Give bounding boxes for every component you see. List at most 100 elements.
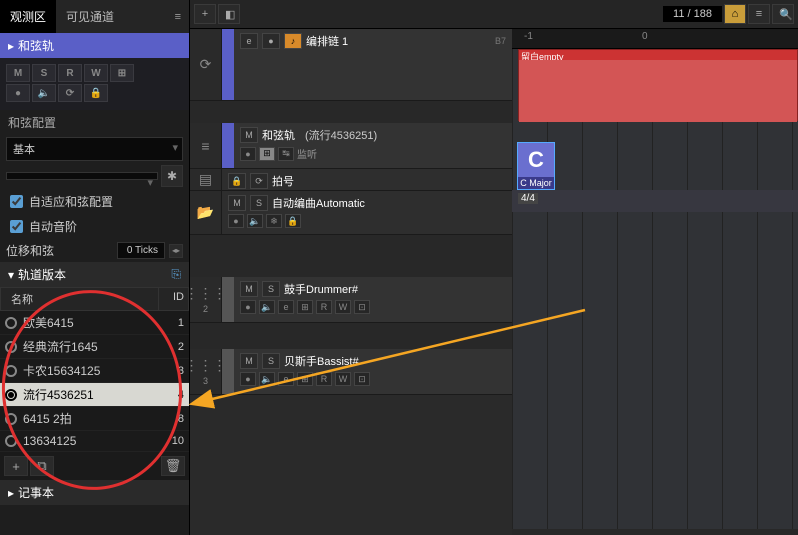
chord-preset-sub-dropdown[interactable] [6,172,158,180]
chord-monitor-label: 监听 [297,146,317,161]
drum-r-button[interactable]: R [316,300,332,314]
chord-track-header[interactable]: ▸ 和弦轨 [0,33,189,58]
version-name: 6415 2拍 [23,410,162,427]
auto-mon-button[interactable]: 🔈 [247,214,263,228]
lock-button[interactable]: ⊞ [110,64,134,82]
collapse-arrow-icon: ▸ [8,486,14,500]
home-button[interactable]: ⌂ [724,4,746,24]
auto-chord-checkbox[interactable] [10,195,23,208]
bass-extra-button[interactable]: ⊡ [354,372,370,386]
duplicate-version-button[interactable]: ⧉ [30,456,54,476]
version-name: 流行4536251 [23,386,162,403]
mini-note-button[interactable]: ♪ [284,33,302,49]
bass-midi-button[interactable]: ⊞ [297,372,313,386]
bass-solo-button[interactable]: S [262,353,280,369]
mini-rec-button[interactable]: ● [262,33,280,49]
add-version-button[interactable]: + [4,456,28,476]
sig-title: 拍号 [272,173,294,189]
sig-loop-button[interactable]: ⟳ [250,173,268,189]
bass-w-button[interactable]: W [335,372,351,386]
auto-scale-checkbox-row[interactable]: 自动音阶 [0,214,189,239]
drum-w-button[interactable]: W [335,300,351,314]
record-button[interactable]: ● [6,84,30,102]
bass-mute-button[interactable]: M [240,353,258,369]
auto-title: 自动编曲Automatic [272,195,365,211]
link-icon[interactable]: ⎘ [171,267,181,282]
auto-freeze-button[interactable]: ❄ [266,214,282,228]
preset-settings-button[interactable]: ✱ [161,165,183,187]
collapse-arrow-icon: ▾ [8,268,14,282]
chord-preset-dropdown[interactable]: 基本 [6,137,183,161]
bassist-title: 贝斯手Bassist# [284,353,359,369]
mute-button[interactable]: M [6,64,30,82]
bass-e-button[interactable]: e [278,372,294,386]
chord-midi-button[interactable]: ⊞ [259,147,275,161]
timesig-box[interactable]: 4/4 [518,193,538,204]
bass-r-button[interactable]: R [316,372,332,386]
version-row[interactable]: 欧美6415 1 [0,311,189,335]
tab-visible-channels[interactable]: 可见通道 [56,0,124,33]
timeline-ruler[interactable]: -1 0 [512,29,798,49]
version-row[interactable]: 6415 2拍 8 [0,407,189,431]
version-name: 欧美6415 [23,314,162,331]
version-row[interactable]: 流行4536251 4 [0,383,189,407]
version-radio[interactable] [5,341,17,353]
tabs-menu-icon[interactable]: ≡ [167,11,189,23]
delete-version-button[interactable]: 🗑 [161,456,185,476]
chord-block[interactable]: C C Major [518,143,554,189]
offset-stepper[interactable]: ◂▸ [169,244,183,258]
drum-rec-button[interactable]: ● [240,300,256,314]
list-button[interactable]: ≡ [748,4,770,24]
version-radio[interactable] [5,389,17,401]
drum-mon-button[interactable]: 🔈 [259,300,275,314]
tab-observe[interactable]: 观测区 [0,0,56,33]
write-button[interactable]: W [84,64,108,82]
version-row[interactable]: 卡农15634125 3 [0,359,189,383]
empty-clip[interactable]: 留白empty [518,49,798,121]
offset-label: 位移和弦 [6,242,113,259]
bass-rec-button[interactable]: ● [240,372,256,386]
sig-row-bg [512,190,798,212]
chord-mute-button[interactable]: M [240,127,258,143]
chord-track-subtitle: (流行4536251) [305,127,377,143]
auto-mute-button[interactable]: M [228,195,246,211]
version-radio[interactable] [5,413,17,425]
auto-lock-button[interactable]: 🔒 [285,214,301,228]
mini-e-button[interactable]: e [240,33,258,49]
chord-icon: ≡ [201,138,209,154]
solo-button[interactable]: S [32,64,56,82]
version-row[interactable]: 经典流行1645 2 [0,335,189,359]
monitor-button[interactable]: 🔈 [32,84,56,102]
midi-icon: ⋮⋮⋮ [185,357,227,374]
auto-chord-checkbox-row[interactable]: 自适应和弦配置 [0,189,189,214]
track-config-button[interactable]: ◧ [218,4,240,24]
auto-scale-checkbox[interactable] [10,220,23,233]
version-row[interactable]: 13634125 10 [0,431,189,452]
version-radio[interactable] [5,435,17,447]
col-id-header: ID [158,288,188,310]
auto-rec-button[interactable]: ● [228,214,244,228]
drum-extra-button[interactable]: ⊡ [354,300,370,314]
freeze-button[interactable]: ⟳ [58,84,82,102]
search-button[interactable]: 🔍 [772,4,794,24]
track-num: 2 [203,304,208,314]
drum-mute-button[interactable]: M [240,281,258,297]
version-radio[interactable] [5,317,17,329]
track-versions-header[interactable]: ▾ 轨道版本 ⎘ [0,262,189,287]
chord-rec-button[interactable]: ● [240,147,256,161]
bass-mon-button[interactable]: 🔈 [259,372,275,386]
drum-midi-button[interactable]: ⊞ [297,300,313,314]
version-table: 名称 ID 欧美6415 1 经典流行1645 2 卡农15634125 3 流… [0,287,189,452]
drum-e-button[interactable]: e [278,300,294,314]
notes-header[interactable]: ▸ 记事本 [0,480,189,505]
auto-solo-button[interactable]: S [250,195,268,211]
read-button[interactable]: R [58,64,82,82]
version-radio[interactable] [5,365,17,377]
offset-value[interactable]: 0 Ticks [117,242,165,259]
bar-counter: 11 / 188 [663,6,722,22]
lock2-button[interactable]: 🔒 [84,84,108,102]
add-track-button[interactable]: + [194,4,216,24]
sig-lock-button[interactable]: 🔒 [228,173,246,189]
chord-route-button[interactable]: ↹ [278,147,294,161]
drum-solo-button[interactable]: S [262,281,280,297]
